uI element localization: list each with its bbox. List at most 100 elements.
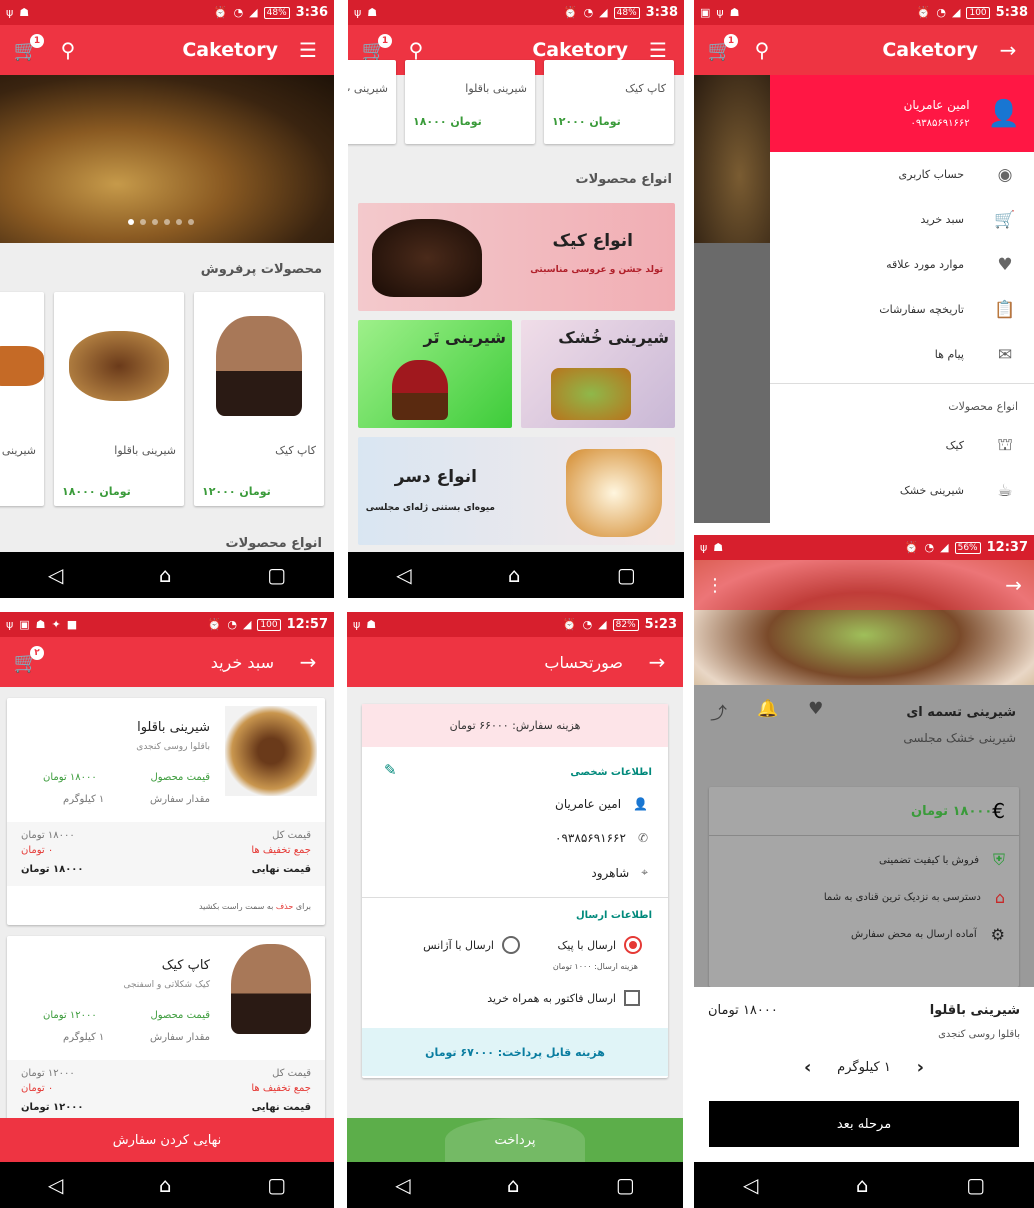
- product-header: ⤴ 🔔 ♥ شیرینی تسمه ای شیرینی خشک مجلسی: [694, 685, 1034, 771]
- pay-button-label: پرداخت: [494, 1132, 536, 1148]
- banner-dry-title: شیرینی خُشک: [558, 328, 669, 347]
- back-icon[interactable]: ◁: [743, 1173, 758, 1197]
- arrow-forward-icon[interactable]: →: [294, 648, 322, 676]
- recents-icon[interactable]: ▢: [617, 563, 636, 587]
- product-card[interactable]: شیرینی باقلوا ۱۸۰۰۰ تومان: [405, 60, 535, 144]
- banner-desserts[interactable]: انواع دسر میوه‌ای بستنی ژله‌ای مجلسی: [358, 437, 675, 545]
- cart-icon[interactable]: 🛒 ۲: [12, 646, 44, 676]
- swipe-hint: برای حذف به سمت راست بکشید: [199, 902, 311, 911]
- share-icon[interactable]: ⤴: [710, 699, 727, 724]
- banner-dry-pastry[interactable]: شیرینی خُشک: [521, 320, 675, 428]
- product-card[interactable]: کاپ کیک ۱۲۰۰۰ تومان: [544, 60, 674, 144]
- drawer-item-orders[interactable]: تاریخچه سفارشات 📋: [770, 287, 1034, 332]
- chevron-right-icon[interactable]: ›: [917, 1057, 924, 1078]
- drawer-item-cake[interactable]: کیک ⛫: [770, 423, 1034, 468]
- hero-slider[interactable]: [0, 75, 334, 243]
- drawer-item-cart[interactable]: سبد خرید 🛒: [770, 197, 1034, 242]
- banner-cakes-title: انواع کیک: [552, 231, 633, 251]
- drawer-header: امین عامریان ۰۹۳۸۵۶۹۱۶۶۲ 👤: [770, 75, 1034, 152]
- product-title: شیرینی تسمه ای: [906, 705, 1016, 720]
- checkbox-icon: [624, 990, 640, 1006]
- edit-pencil-icon[interactable]: ✎: [384, 761, 397, 779]
- total-value: ۱۸۰۰۰ تومان: [21, 830, 75, 841]
- drawer-item-account[interactable]: حساب کاربری ◉: [770, 152, 1034, 197]
- back-icon[interactable]: ◁: [396, 563, 411, 587]
- radio-agency[interactable]: ارسال با آژانس: [423, 936, 520, 954]
- drawer-item-messages[interactable]: پیام ها ✉: [770, 332, 1034, 377]
- banner-cakes[interactable]: انواع کیک تولد جشن و عروسی مناسبتی: [358, 203, 675, 311]
- customer-phone: ۰۹۳۸۵۶۹۱۶۶۲: [555, 831, 626, 845]
- quantity-stepper[interactable]: ‹ ۱ کیلوگرم ›: [804, 1057, 924, 1078]
- home-icon[interactable]: ⌂: [508, 563, 521, 587]
- invoice-card: هزینه سفارش: ۶۶۰۰۰ تومان اطلاعات شخصی ✎ …: [362, 704, 668, 1078]
- shield-check-icon: ⛨: [992, 850, 1005, 869]
- dessert-image: [566, 449, 662, 537]
- bell-icon[interactable]: 🔔: [757, 699, 778, 724]
- drawer-item-label: شیرینی خشک: [899, 484, 964, 497]
- home-icon[interactable]: ⌂: [856, 1173, 869, 1197]
- slider-dots[interactable]: [128, 219, 194, 225]
- nav-bar: ◁ ⌂ ▢: [694, 1162, 1034, 1208]
- recents-icon[interactable]: ▢: [267, 1173, 286, 1197]
- cart-item-name: کاپ کیک: [161, 958, 210, 973]
- final-label: قیمت نهایی: [251, 1102, 311, 1113]
- arrow-forward-icon[interactable]: →: [994, 36, 1022, 64]
- radio-courier[interactable]: ارسال با پیک: [557, 936, 642, 954]
- product-card[interactable]: شیرینی ت: [348, 60, 396, 144]
- screen-home-scrolled: ψ ☗ ⏰ ◔ ◢ 48% 3:38 🛒 1 ⚲ Caketory ☰ کاپ کیک ۱۲…: [348, 0, 684, 598]
- product-card[interactable]: شیرینی: [0, 292, 44, 506]
- cart-item[interactable]: کاپ کیک کیک شکلاتی و اسفنجی قیمت محصول ۱…: [7, 936, 325, 1136]
- product-card[interactable]: شیرینی باقلوا ۱۸۰۰۰ تومان: [54, 292, 184, 506]
- cake-icon: ⛫: [997, 434, 1013, 455]
- clock: 3:36: [295, 5, 328, 20]
- recents-icon[interactable]: ▢: [966, 1173, 985, 1197]
- product-name: شیرینی باقلوا: [465, 82, 527, 95]
- search-icon[interactable]: ⚲: [748, 36, 776, 64]
- home-icon[interactable]: ⌂: [159, 1173, 172, 1197]
- cart-item[interactable]: شیرینی باقلوا باقلوا روسی کنجدی قیمت محص…: [7, 698, 325, 925]
- search-icon[interactable]: ⚲: [54, 36, 82, 64]
- home-icon[interactable]: ⌂: [507, 1173, 520, 1197]
- menu-icon[interactable]: ☰: [294, 36, 322, 64]
- invoice-checkbox[interactable]: ارسال فاکتور به همراه خرید: [487, 990, 640, 1006]
- cake-image: [372, 219, 482, 297]
- alarm-icon: ⏰: [562, 618, 577, 631]
- alarm-icon: ⏰: [207, 618, 222, 631]
- usb-icon: ψ: [353, 618, 361, 631]
- toolbar: 🛒 1 ⚲ Caketory ☰: [0, 25, 334, 75]
- recents-icon[interactable]: ▢: [616, 1173, 635, 1197]
- chevron-left-icon[interactable]: ‹: [804, 1057, 811, 1078]
- drawer-item-dry-pastry[interactable]: شیرینی خشک ☕: [770, 468, 1034, 513]
- feature-text: آماده ارسال به محض سفارش: [851, 929, 977, 940]
- battery-indicator: 56%: [954, 541, 981, 554]
- back-icon[interactable]: ◁: [395, 1173, 410, 1197]
- banner-desserts-subtitle: میوه‌ای بستنی ژله‌ای مجلسی: [365, 503, 495, 513]
- arrow-forward-icon[interactable]: →: [643, 648, 671, 676]
- drawer-item-favorites[interactable]: موارد مورد علاقه ♥: [770, 242, 1034, 287]
- cart-icon[interactable]: 🛒 1: [12, 34, 44, 64]
- product-price: ۱۲۰۰۰ تومان: [552, 115, 621, 128]
- price-label: قیمت محصول: [150, 1010, 211, 1021]
- recents-icon[interactable]: ▢: [267, 563, 286, 587]
- radio-agency-label: ارسال با آژانس: [423, 938, 494, 952]
- back-icon[interactable]: ◁: [48, 1173, 63, 1197]
- user-name: امین عامریان: [903, 98, 970, 112]
- back-icon[interactable]: ◁: [48, 563, 63, 587]
- home-icon[interactable]: ⌂: [159, 563, 172, 587]
- product-card[interactable]: کاپ کیک ۱۲۰۰۰ تومان: [194, 292, 324, 506]
- wifi-icon: ◔: [227, 618, 237, 631]
- screen-home: ψ ☗ ⏰ ◔ ◢ 48% 3:36 🛒 1 ⚲ Caketory ☰ محصولات پر…: [0, 0, 334, 598]
- more-vert-icon[interactable]: ⋮: [706, 575, 724, 596]
- signal-icon: ◢: [940, 541, 949, 554]
- arrow-forward-icon[interactable]: →: [1005, 573, 1022, 597]
- next-step-button[interactable]: مرحله بعد: [709, 1101, 1019, 1147]
- product-price: ۱۸۰۰۰ تومان: [413, 115, 482, 128]
- cart-icon[interactable]: 🛒 1: [706, 34, 738, 64]
- banner-wet-pastry[interactable]: شیرینی تَر: [358, 320, 512, 428]
- pay-button[interactable]: پرداخت: [347, 1118, 683, 1162]
- product-name: شیرینی ت: [348, 82, 388, 95]
- checkout-button[interactable]: نهایی کردن سفارش: [0, 1118, 334, 1162]
- product-price: ۱۸۰۰۰ تومان: [910, 803, 993, 819]
- heart-icon[interactable]: ♥: [808, 699, 823, 724]
- status-bar: ψ ☗ ⏰ ◔ ◢ 48% 3:38: [348, 0, 684, 25]
